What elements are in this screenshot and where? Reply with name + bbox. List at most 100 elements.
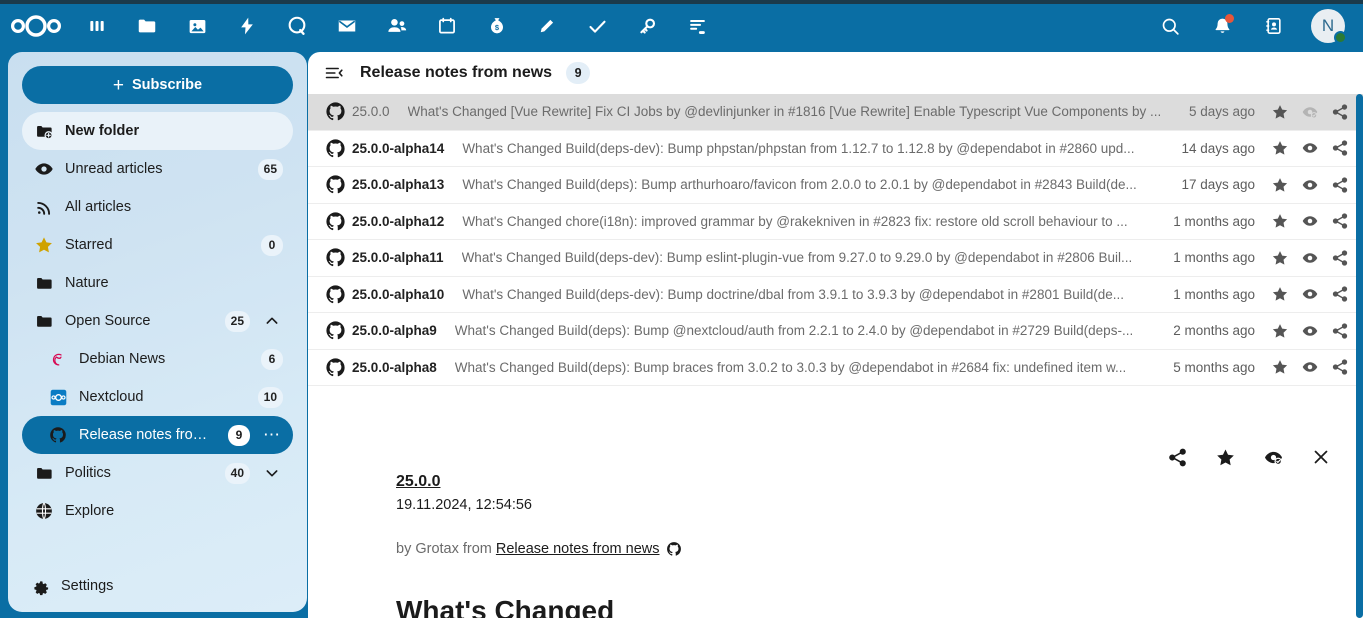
folder-icon xyxy=(34,273,54,293)
sidebar-item-release-notes[interactable]: Release notes from n... 9 ⋯ xyxy=(22,416,293,454)
github-icon xyxy=(318,247,352,268)
mail-icon[interactable] xyxy=(322,0,372,52)
share-icon[interactable] xyxy=(1165,445,1189,469)
star-icon[interactable] xyxy=(1265,322,1295,340)
eye-icon[interactable] xyxy=(1295,358,1325,376)
sidebar-item-label: All articles xyxy=(65,199,132,215)
share-icon[interactable] xyxy=(1325,285,1355,303)
chevron-down-icon[interactable] xyxy=(261,465,283,481)
star-icon[interactable] xyxy=(1265,358,1295,376)
table-row[interactable]: 25.0.0-alpha10 What's Changed Build(deps… xyxy=(308,277,1363,313)
sidebar-settings-button[interactable]: Settings xyxy=(8,560,307,612)
article-title-link[interactable]: 25.0.0 xyxy=(396,473,440,491)
collapse-list-icon[interactable] xyxy=(322,61,346,85)
contacts-icon[interactable] xyxy=(372,0,422,52)
sidebar-item-label: Debian News xyxy=(79,351,166,367)
star-icon[interactable] xyxy=(1265,249,1295,267)
table-row[interactable]: 25.0.0-alpha11 What's Changed Build(deps… xyxy=(308,240,1363,277)
share-icon[interactable] xyxy=(1325,103,1355,121)
feed-count: 6 xyxy=(261,348,283,370)
share-icon[interactable] xyxy=(1325,139,1355,157)
notifications-icon[interactable] xyxy=(1207,11,1237,41)
tasks-icon[interactable] xyxy=(572,0,622,52)
star-icon[interactable] xyxy=(1265,103,1295,121)
sidebar-item-nature[interactable]: Nature xyxy=(22,264,293,302)
article-version: 25.0.0-alpha8 xyxy=(352,359,437,375)
share-icon[interactable] xyxy=(1325,322,1355,340)
talk-icon[interactable] xyxy=(272,0,322,52)
star-icon[interactable] xyxy=(1265,139,1295,157)
subscribe-button[interactable]: + Subscribe xyxy=(22,66,293,104)
table-row[interactable]: 25.0.0-alpha12 What's Changed chore(i18n… xyxy=(308,204,1363,240)
sidebar-item-all-articles[interactable]: All articles xyxy=(22,188,293,226)
eye-icon[interactable] xyxy=(1295,322,1325,340)
list-scrollbar[interactable] xyxy=(1356,94,1363,618)
eye-icon[interactable] xyxy=(1295,285,1325,303)
photos-icon[interactable] xyxy=(172,0,222,52)
eye-check-icon[interactable] xyxy=(1295,103,1325,121)
more-actions-icon[interactable]: ⋯ xyxy=(261,425,283,445)
share-icon[interactable] xyxy=(1325,358,1355,376)
subscribe-label: Subscribe xyxy=(132,77,203,93)
sidebar-item-politics[interactable]: Politics 40 xyxy=(22,454,293,492)
share-icon[interactable] xyxy=(1325,212,1355,230)
sidebar-item-label: Open Source xyxy=(65,313,151,329)
github-icon xyxy=(666,541,682,557)
calendar-icon[interactable] xyxy=(422,0,472,52)
main-header: Release notes from news 9 xyxy=(308,52,1363,94)
sidebar-item-nextcloud[interactable]: Nextcloud 10 xyxy=(22,378,293,416)
dashboard-icon[interactable] xyxy=(72,0,122,52)
cospend-icon[interactable]: $ xyxy=(472,0,522,52)
sidebar-item-label: Politics xyxy=(65,465,111,481)
share-icon[interactable] xyxy=(1325,176,1355,194)
table-row[interactable]: 25.0.0-alpha13 What's Changed Build(deps… xyxy=(308,167,1363,204)
search-icon[interactable] xyxy=(1155,11,1185,41)
close-icon[interactable] xyxy=(1309,445,1333,469)
star-icon[interactable] xyxy=(1265,212,1295,230)
nextcloud-logo[interactable] xyxy=(0,0,72,52)
github-icon xyxy=(48,425,68,445)
article-summary: What's Changed Build(deps-dev): Bump doc… xyxy=(462,286,1124,302)
table-row[interactable]: 25.0.0-alpha14 What's Changed Build(deps… xyxy=(308,131,1363,167)
sidebar-item-explore[interactable]: Explore xyxy=(22,492,293,530)
article-version: 25.0.0-alpha13 xyxy=(352,177,445,193)
page-title: Release notes from news xyxy=(360,64,553,81)
sidebar-item-unread-articles[interactable]: Unread articles 65 xyxy=(22,150,293,188)
eye-icon xyxy=(34,159,54,179)
star-icon[interactable] xyxy=(1265,176,1295,194)
eye-icon[interactable] xyxy=(1295,249,1325,267)
folder-icon xyxy=(34,311,54,331)
star-icon[interactable] xyxy=(1213,445,1237,469)
table-row[interactable]: 25.0.0-alpha8 What's Changed Build(deps)… xyxy=(308,350,1363,386)
eye-icon[interactable] xyxy=(1295,139,1325,157)
table-row[interactable]: 25.0.0 What's Changed [Vue Rewrite] Fix … xyxy=(308,94,1363,131)
sidebar-item-debian-news[interactable]: Debian News 6 xyxy=(22,340,293,378)
article-time: 14 days ago xyxy=(1181,140,1255,156)
github-icon xyxy=(318,320,352,341)
folder-count: 40 xyxy=(224,462,250,484)
eye-icon[interactable] xyxy=(1295,212,1325,230)
eye-icon[interactable] xyxy=(1295,176,1325,194)
sidebar-item-open-source[interactable]: Open Source 25 xyxy=(22,302,293,340)
sidebar-item-new-folder[interactable]: New folder xyxy=(22,112,293,150)
article-time: 17 days ago xyxy=(1181,177,1255,193)
contacts-menu-icon[interactable] xyxy=(1259,11,1289,41)
feed-link[interactable]: Release notes from news xyxy=(496,541,660,557)
article-heading: What's Changed xyxy=(396,595,615,618)
eye-check-icon[interactable] xyxy=(1261,445,1285,469)
article-detail-panel: 25.0.0 19.11.2024, 12:54:56 by Grotax fr… xyxy=(308,437,1355,618)
sidebar-item-starred[interactable]: Starred 0 xyxy=(22,226,293,264)
news-icon[interactable] xyxy=(672,0,722,52)
folder-count: 25 xyxy=(224,310,250,332)
avatar[interactable]: N xyxy=(1311,9,1347,44)
table-row[interactable]: 25.0.0-alpha9 What's Changed Build(deps)… xyxy=(308,313,1363,350)
share-icon[interactable] xyxy=(1325,249,1355,267)
passwords-icon[interactable] xyxy=(622,0,672,52)
notes-icon[interactable] xyxy=(522,0,572,52)
globe-icon xyxy=(34,501,54,521)
avatar-initial: N xyxy=(1321,16,1335,35)
files-icon[interactable] xyxy=(122,0,172,52)
activity-icon[interactable] xyxy=(222,0,272,52)
star-icon[interactable] xyxy=(1265,285,1295,303)
chevron-up-icon[interactable] xyxy=(261,313,283,329)
